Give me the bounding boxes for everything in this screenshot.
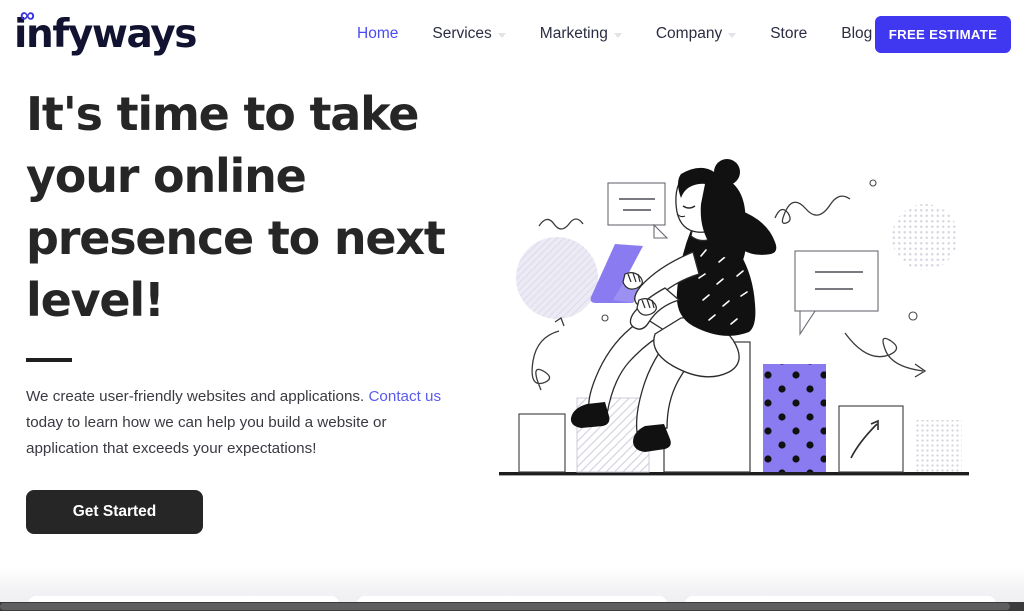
nav-item-store[interactable]: Store	[753, 0, 824, 68]
hero-description: We create user-friendly websites and app…	[26, 384, 456, 462]
infinity-icon: ∞	[20, 4, 35, 27]
bar-4-purple-dots	[763, 364, 826, 472]
curved-arrow-left	[531, 317, 565, 391]
hero-illustration	[495, 158, 995, 488]
hero-description-part1: We create user-friendly websites and app…	[26, 388, 369, 405]
chevron-down-icon	[728, 32, 737, 38]
brand-logo[interactable]: ∞ infyways	[14, 4, 198, 57]
hero-section: It's time to take your online presence t…	[0, 68, 1024, 567]
small-circle-2	[869, 179, 877, 187]
brand-name: infyways	[14, 12, 198, 57]
hero-copy: It's time to take your online presence t…	[26, 83, 476, 534]
page-root: ∞ infyways Home Services Marketing Compa…	[0, 0, 1024, 611]
squiggle-left	[538, 218, 584, 230]
bar-1-outline	[518, 413, 566, 473]
bar-6-dot-texture	[916, 420, 962, 472]
hero-divider	[26, 358, 72, 362]
bar-5-arrow-box	[838, 405, 904, 473]
hatched-circle-left	[516, 237, 598, 319]
curved-arrow-right	[844, 332, 927, 378]
hair-tail	[735, 210, 777, 255]
nav-label-services: Services	[432, 25, 492, 42]
nav-label-blog: Blog	[841, 25, 873, 42]
illustration-svg	[499, 159, 969, 476]
hand-upper	[622, 272, 643, 290]
nav-item-marketing[interactable]: Marketing	[523, 0, 639, 68]
nav-label-store: Store	[770, 25, 808, 42]
scrollbar-thumb[interactable]	[0, 603, 1010, 610]
speech-bubble-right	[794, 250, 879, 336]
hero-description-part2: today to learn how we can help you build…	[26, 414, 387, 457]
nav-item-services[interactable]: Services	[415, 0, 522, 68]
nav-label-company: Company	[655, 25, 723, 42]
hero-title: It's time to take your online presence t…	[26, 87, 446, 327]
contact-us-link[interactable]: Contact us	[368, 388, 441, 405]
speech-bubble-top-left	[607, 182, 669, 239]
nav-item-home[interactable]: Home	[340, 0, 415, 68]
free-estimate-button[interactable]: FREE ESTIMATE	[875, 16, 1011, 53]
small-circle-1	[601, 314, 609, 322]
horizontal-scrollbar[interactable]	[0, 602, 1024, 611]
chevron-down-icon	[497, 32, 506, 38]
main-navigation: Home Services Marketing Company Store Bl…	[340, 0, 889, 68]
nav-label-marketing: Marketing	[539, 25, 608, 42]
chevron-down-icon	[613, 32, 622, 38]
nav-item-company[interactable]: Company	[639, 0, 753, 68]
dotted-circle-top-right	[892, 204, 958, 270]
squiggle-top-right	[774, 195, 851, 224]
small-circle-3	[908, 311, 918, 321]
nav-label-home: Home	[357, 25, 399, 42]
get-started-button[interactable]: Get Started	[26, 490, 203, 534]
hair-bun	[714, 159, 740, 185]
site-header: ∞ infyways Home Services Marketing Compa…	[0, 0, 1024, 68]
